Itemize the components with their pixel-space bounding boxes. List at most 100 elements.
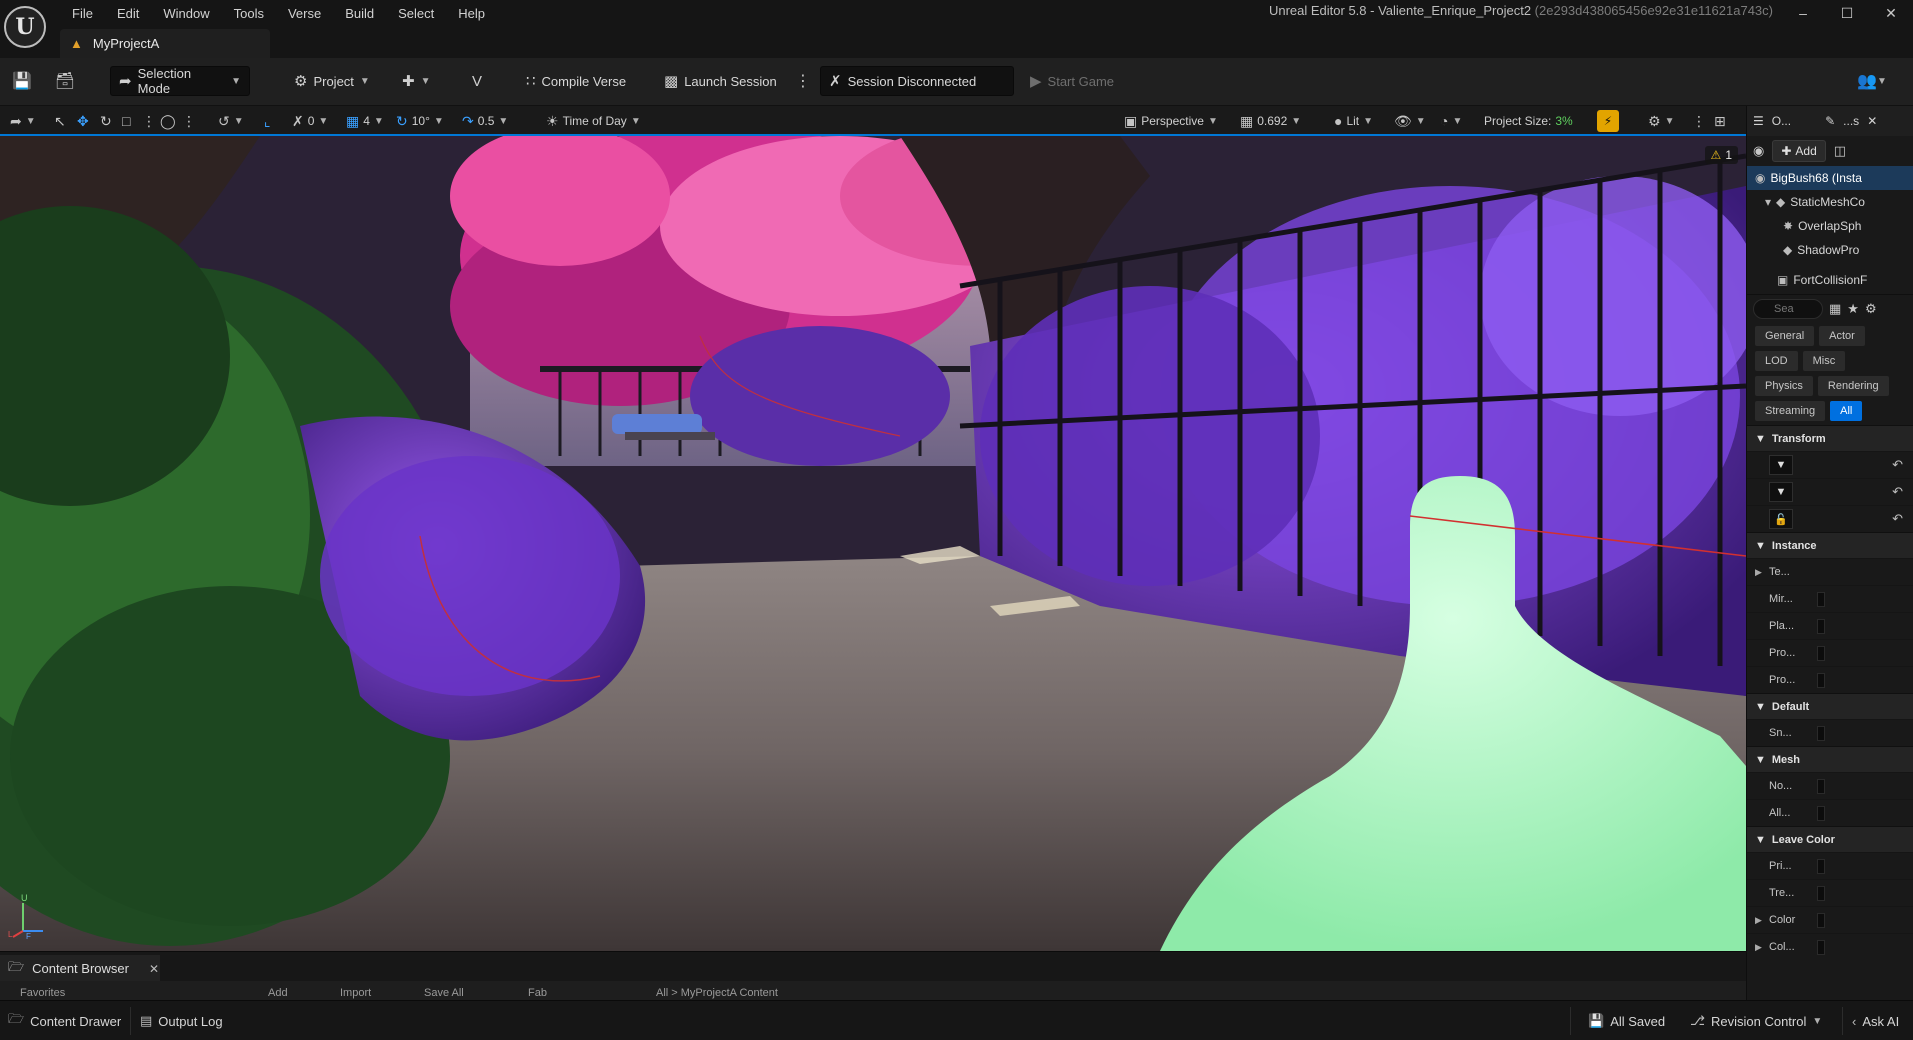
lit-dropdown[interactable]: ● Lit ▼ [1334,110,1373,132]
property-value[interactable] [1817,646,1825,661]
warning-badge[interactable]: ⚠ 1 [1704,146,1738,164]
menu-edit[interactable]: Edit [105,4,151,23]
select-tool-dropdown[interactable]: ➦ ▼ [10,110,36,132]
scale-snap-dropdown[interactable]: ↷ 0.5 ▼ [462,110,508,132]
close-icon[interactable]: ✕ [1869,0,1913,26]
level-viewport[interactable]: ⚠ 1 U L F [0,136,1746,951]
tab-details[interactable]: ...s [1843,114,1859,128]
content-browser-tab[interactable]: 🗁 Content Browser ✕ [0,955,160,982]
blueprint-icon[interactable]: ◫ [1834,143,1846,159]
maximize-icon[interactable]: ☐ [1825,0,1869,26]
project-button[interactable]: ⚙ Project ▼ [286,66,378,96]
compile-verse-button[interactable]: ∷ Compile Verse [518,66,634,96]
unreal-logo-icon[interactable]: U [4,6,46,48]
cb-path-breadcrumb[interactable]: All > MyProjectA Content [656,987,778,999]
property-value[interactable] [1817,806,1825,821]
snap-toggle-button[interactable]: ⌞ [264,110,271,132]
tree-item-staticmesh[interactable]: ▾ ◆ StaticMeshCo [1747,190,1913,214]
scale-mode-button[interactable]: □ [122,110,130,132]
property-value[interactable] [1817,859,1825,874]
property-value[interactable] [1817,940,1825,955]
time-of-day-dropdown[interactable]: ☀ Time of Day ▼ [546,110,641,132]
angle-snap-dropdown[interactable]: ↻ 10° ▼ [396,110,444,132]
cb-fab-button[interactable]: Fab [528,987,547,999]
star-icon[interactable]: ★ [1847,301,1859,317]
rotation-snap-dropdown[interactable]: ✗ 0 ▼ [292,110,328,132]
rotation-dropdown[interactable]: ▼ [1769,482,1793,502]
project-tab[interactable]: ▲ MyProjectA [60,29,270,58]
surface-snap-dropdown[interactable]: ↺ ▼ [218,110,244,132]
minimize-icon[interactable]: – [1781,0,1825,26]
scale-lock-toggle[interactable]: 🔓 [1769,509,1793,529]
verse-button[interactable]: V [464,66,490,96]
output-log-button[interactable]: ▤ Output Log [140,1009,223,1033]
menu-help[interactable]: Help [446,4,497,23]
menu-file[interactable]: File [60,4,105,23]
revision-control-dropdown[interactable]: ⎇ Revision Control ▼ [1690,1009,1822,1033]
layout-icon[interactable]: ⊞ [1714,110,1726,132]
cb-add-button[interactable]: Add [268,987,288,999]
property-value[interactable] [1817,779,1825,794]
property-value[interactable] [1817,619,1825,634]
add-component-button[interactable]: ✚ Add [1772,140,1826,162]
selection-mode-button[interactable]: ➦ Selection Mode ▼ [110,66,250,96]
realtime-toggle[interactable]: ⚡ [1597,110,1619,132]
rotate-mode-button[interactable]: ↻ [100,110,112,132]
property-value[interactable] [1817,886,1825,901]
location-dropdown[interactable]: ▼ [1769,455,1793,475]
reset-icon[interactable]: ↶ [1892,511,1903,527]
property-value[interactable] [1817,726,1825,741]
show-flags-dropdown[interactable]: 👁 ▼ [1394,110,1426,132]
menu-verse[interactable]: Verse [276,4,333,23]
more-options-icon[interactable]: ⋮ [1692,110,1706,132]
performance-dropdown[interactable]: ◔ ▼ [1440,110,1462,132]
users-icon[interactable]: 👥 ▼ [1850,68,1894,94]
menu-build[interactable]: Build [333,4,386,23]
more-tools-icon[interactable]: ⋮ [142,110,156,132]
content-icon[interactable]: 🗃 [52,68,78,94]
filter-physics[interactable]: Physics [1755,376,1813,396]
filter-general[interactable]: General [1755,326,1815,346]
cb-save-all-button[interactable]: Save All [424,987,464,999]
filter-rendering[interactable]: Rendering [1817,376,1889,396]
tree-item-shadowproxy[interactable]: ◆ ShadowPro [1747,238,1913,262]
world-space-button[interactable]: ◯ [160,110,176,132]
section-default[interactable]: ▼ Default [1747,693,1913,719]
tree-item-overlapsphere[interactable]: ✸ OverlapSph [1747,214,1913,238]
filter-actor[interactable]: Actor [1819,326,1865,346]
expand-arrow-icon[interactable]: ▶ [1755,915,1762,926]
details-search-input[interactable] [1753,298,1823,319]
section-mesh[interactable]: ▼ Mesh [1747,746,1913,772]
launch-session-button[interactable]: ▩ Launch Session [656,66,785,96]
tree-item-fortcollision[interactable]: ▣ FortCollisionF [1747,268,1913,292]
section-leave-color[interactable]: ▼ Leave Color [1747,826,1913,852]
filter-streaming[interactable]: Streaming [1755,401,1826,421]
property-value[interactable] [1817,913,1825,928]
close-icon[interactable]: ✕ [1867,114,1877,128]
add-content-button[interactable]: ✚ ▼ [394,66,438,96]
viewport-settings-dropdown[interactable]: ⚙ ▼ [1648,110,1674,132]
ask-ai-button[interactable]: ‹ Ask AI [1852,1009,1899,1033]
filter-lod[interactable]: LOD [1755,351,1798,371]
gear-icon[interactable]: ⚙ [1865,301,1877,317]
grid-snap-dropdown[interactable]: ▦ 4 ▼ [346,110,384,132]
more-tools-icon[interactable]: ⋮ [182,110,196,132]
save-icon[interactable]: 💾 [9,68,35,94]
expand-arrow-icon[interactable]: ▶ [1755,942,1762,953]
more-options-icon[interactable]: ⋮ [790,68,816,94]
close-icon[interactable]: ✕ [149,962,159,976]
expand-arrow-icon[interactable]: ▶ [1755,567,1762,578]
translate-mode-button[interactable]: ✥ [77,110,89,132]
reset-icon[interactable]: ↶ [1892,457,1903,473]
section-transform[interactable]: ▼ Transform [1747,425,1913,451]
menu-tools[interactable]: Tools [222,4,276,23]
all-saved-status[interactable]: 💾 All Saved [1588,1009,1665,1033]
fov-dropdown[interactable]: ▦ 0.692 ▼ [1240,110,1301,132]
start-game-button[interactable]: ▶ Start Game [1022,66,1122,96]
tree-item-bigbush[interactable]: ◉ BigBush68 (Insta [1747,166,1913,190]
session-status-button[interactable]: ✗ Session Disconnected [820,66,1014,96]
content-drawer-button[interactable]: 🗁 Content Drawer [8,1009,121,1033]
property-value[interactable] [1817,592,1825,607]
section-instance[interactable]: ▼ Instance [1747,532,1913,558]
favorites-label[interactable]: Favorites [20,987,65,999]
